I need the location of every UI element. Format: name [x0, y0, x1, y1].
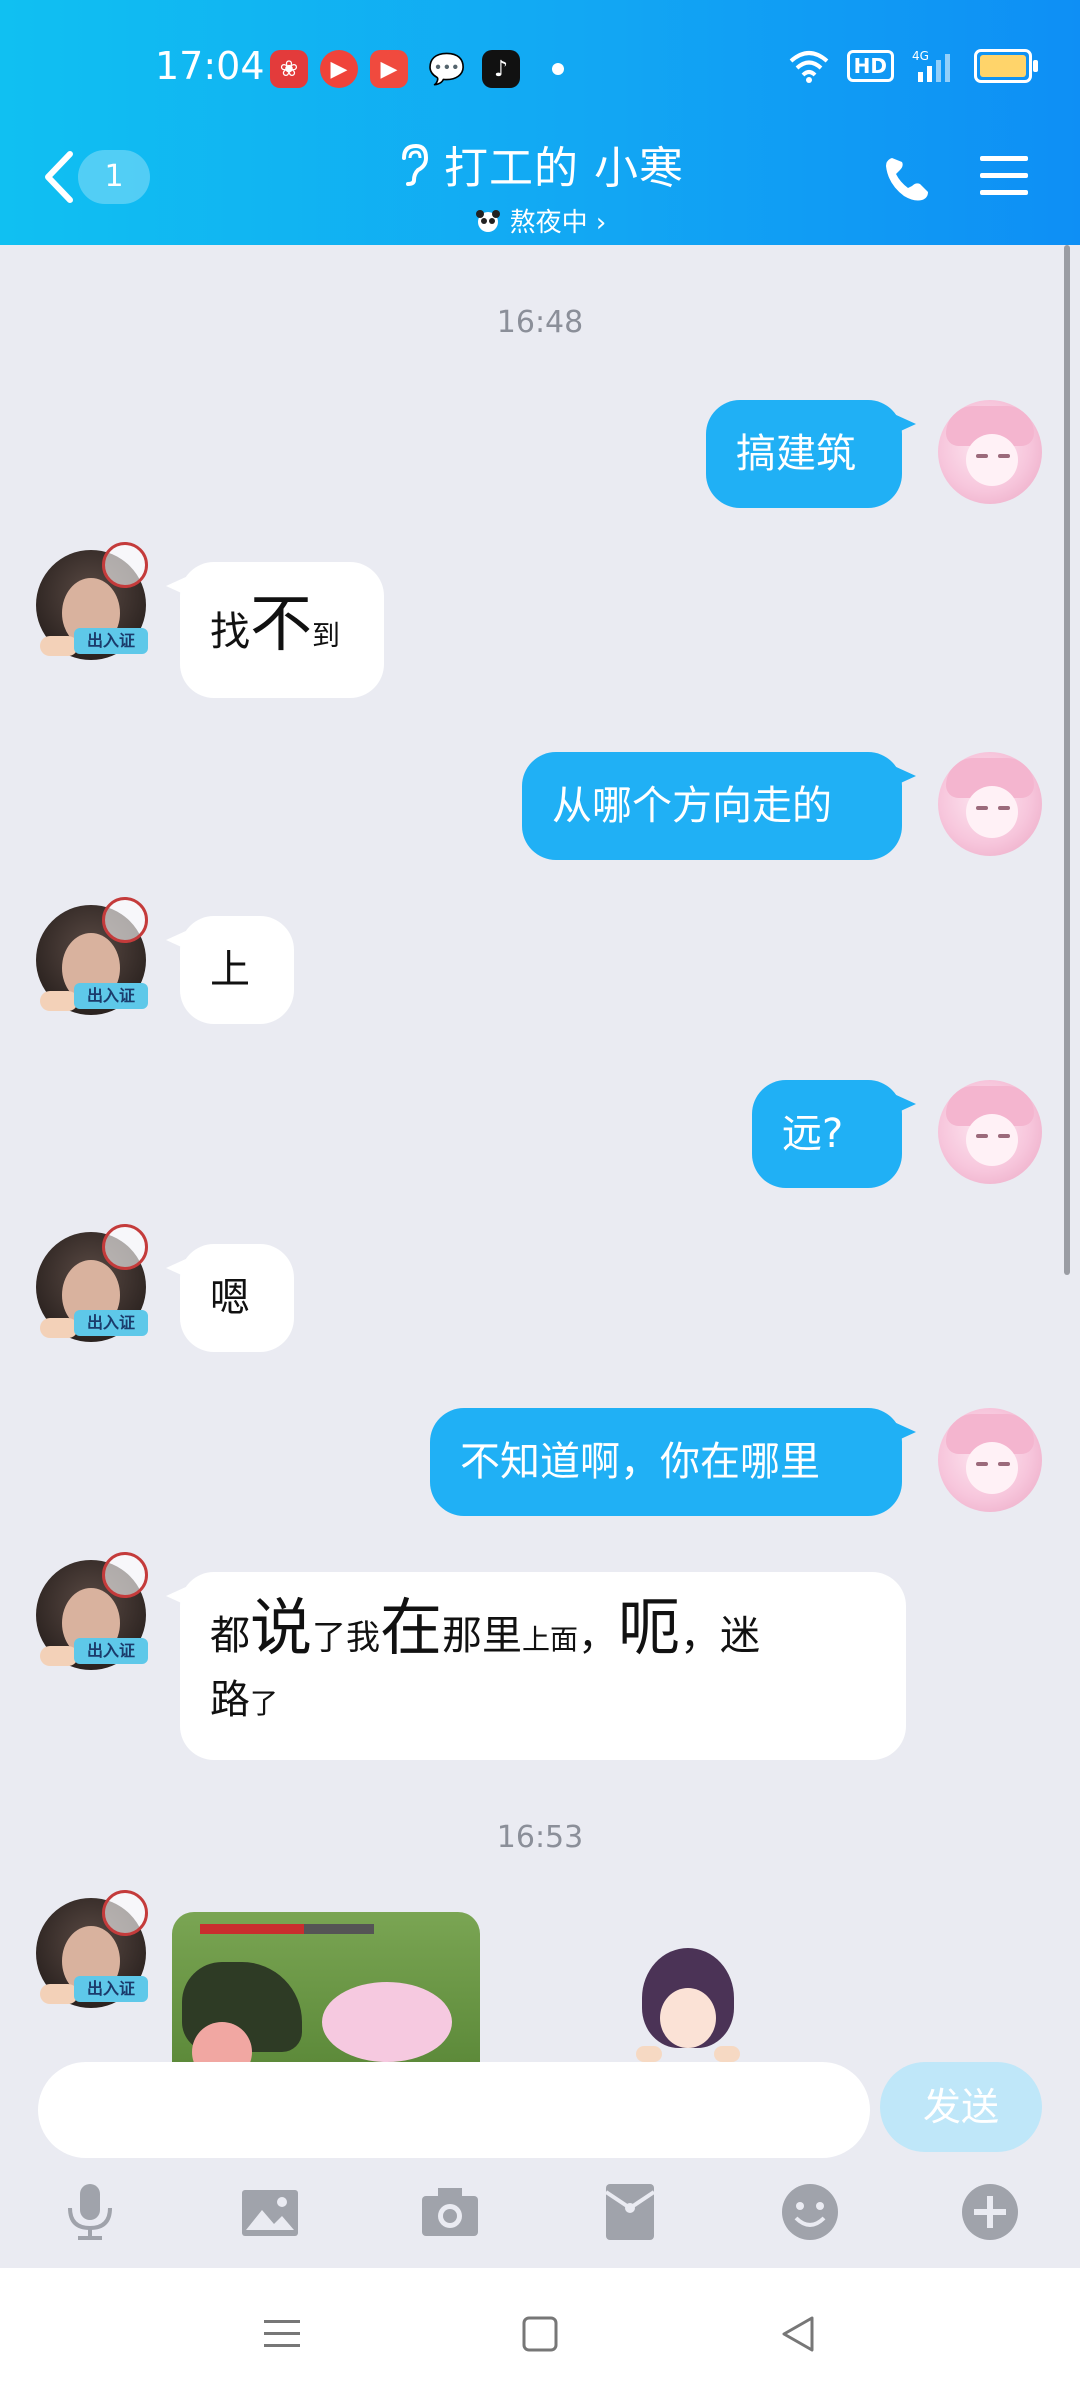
battery-icon [974, 49, 1038, 83]
message-text: 搞建筑 [736, 431, 856, 477]
status-time: 17:04 [155, 44, 265, 88]
contact-avatar[interactable]: 出入证 [36, 897, 148, 1015]
avatar-tag: 出入证 [74, 1638, 148, 1664]
message-bubble-received[interactable]: 找不到 [166, 562, 384, 698]
my-avatar[interactable] [938, 400, 1042, 504]
message-text: 嗯 [210, 1275, 250, 1321]
voice-button[interactable] [56, 2178, 124, 2246]
wifi-icon [789, 51, 828, 83]
page-title: 打工的 小寒 [396, 132, 684, 196]
red-packet-button[interactable] [596, 2178, 664, 2246]
contact-name: 打工的 小寒 [444, 143, 684, 194]
message-bubble-sent[interactable]: 远? [752, 1080, 916, 1188]
system-navigation-bar [0, 2268, 1080, 2400]
message-text: 找不到 [210, 587, 341, 660]
message-bubble-sent[interactable]: 不知道啊，你在哪里 [430, 1408, 916, 1516]
input-toolbar [0, 2170, 1080, 2260]
my-avatar[interactable] [938, 1408, 1042, 1512]
my-avatar[interactable] [938, 1080, 1042, 1184]
contact-avatar[interactable]: 出入证 [36, 1890, 148, 2008]
status-bar: 17:04 ❀ ▶ ▶ 💬 ♪ HD 4G [0, 0, 1080, 140]
recent-apps-icon[interactable] [262, 2314, 302, 2354]
contact-status[interactable]: 熬夜中 › [474, 202, 607, 239]
game-screenshot-image[interactable] [172, 1912, 480, 2062]
message-bubble-sent[interactable]: 搞建筑 [706, 400, 916, 508]
avatar-tag: 出入证 [74, 1976, 148, 2002]
camera-icon [422, 2188, 478, 2236]
message-text: 上 [210, 947, 250, 993]
video-app-icon: ▶ [320, 50, 358, 88]
home-icon[interactable] [520, 2314, 560, 2354]
scrollbar[interactable] [1064, 245, 1070, 1275]
phone-call-icon[interactable] [882, 152, 934, 204]
chat-header: 17:04 ❀ ▶ ▶ 💬 ♪ HD 4G 1 打工的 小寒 熬夜中 › [0, 0, 1080, 245]
message-text: 远? [782, 1111, 844, 1157]
microphone-icon [68, 2184, 112, 2240]
red-packet-icon [604, 2184, 656, 2240]
tiktok-icon: ♪ [482, 50, 520, 88]
panda-icon [475, 209, 500, 232]
message-bubble-received[interactable]: 嗯 [166, 1244, 294, 1352]
app-notification-icon: ❀ [270, 50, 308, 88]
image-button[interactable] [236, 2178, 304, 2246]
status-text: 熬夜中 › [509, 208, 607, 238]
hd-icon: HD [846, 50, 894, 82]
emoji-button[interactable] [776, 2178, 844, 2246]
message-bubble-received[interactable]: 上 [166, 916, 294, 1024]
timestamp: 16:48 [496, 305, 584, 340]
message-text: 不知道啊，你在哪里 [460, 1439, 820, 1485]
image-icon [242, 2190, 298, 2236]
menu-icon[interactable] [978, 152, 1030, 200]
status-icons: HD 4G [789, 48, 1038, 84]
contact-avatar[interactable]: 出入证 [36, 1224, 148, 1342]
avatar-tag: 出入证 [74, 628, 148, 654]
plus-icon [962, 2184, 1018, 2240]
network-label: 4G [912, 49, 929, 63]
wechat-icon: 💬 [428, 51, 466, 87]
avatar-tag: 出入证 [74, 983, 148, 1009]
message-text: 从哪个方向走的 [552, 783, 832, 829]
signal-icon: 4G [912, 49, 950, 82]
anime-sticker-image[interactable] [632, 1948, 744, 2062]
message-bubble-received[interactable]: 都说了我在那里上面，呃，迷 路了 [166, 1572, 906, 1760]
timestamp: 16:53 [496, 1820, 584, 1855]
message-text: 都说了我在那里上面，呃，迷 路了 [210, 1591, 761, 1724]
ear-icon [402, 143, 429, 186]
video-app-icon-2: ▶ [370, 50, 408, 88]
avatar-tag: 出入证 [74, 1310, 148, 1336]
contact-avatar[interactable]: 出入证 [36, 1552, 148, 1670]
message-input[interactable] [38, 2062, 870, 2158]
more-notifications-dot [552, 63, 564, 75]
smiley-icon [782, 2184, 838, 2240]
message-bubble-sent[interactable]: 从哪个方向走的 [522, 752, 916, 860]
contact-avatar[interactable]: 出入证 [36, 542, 148, 660]
send-button[interactable]: 发送 [880, 2062, 1042, 2152]
more-button[interactable] [956, 2178, 1024, 2246]
my-avatar[interactable] [938, 752, 1042, 856]
camera-button[interactable] [416, 2178, 484, 2246]
back-icon[interactable] [778, 2314, 818, 2354]
